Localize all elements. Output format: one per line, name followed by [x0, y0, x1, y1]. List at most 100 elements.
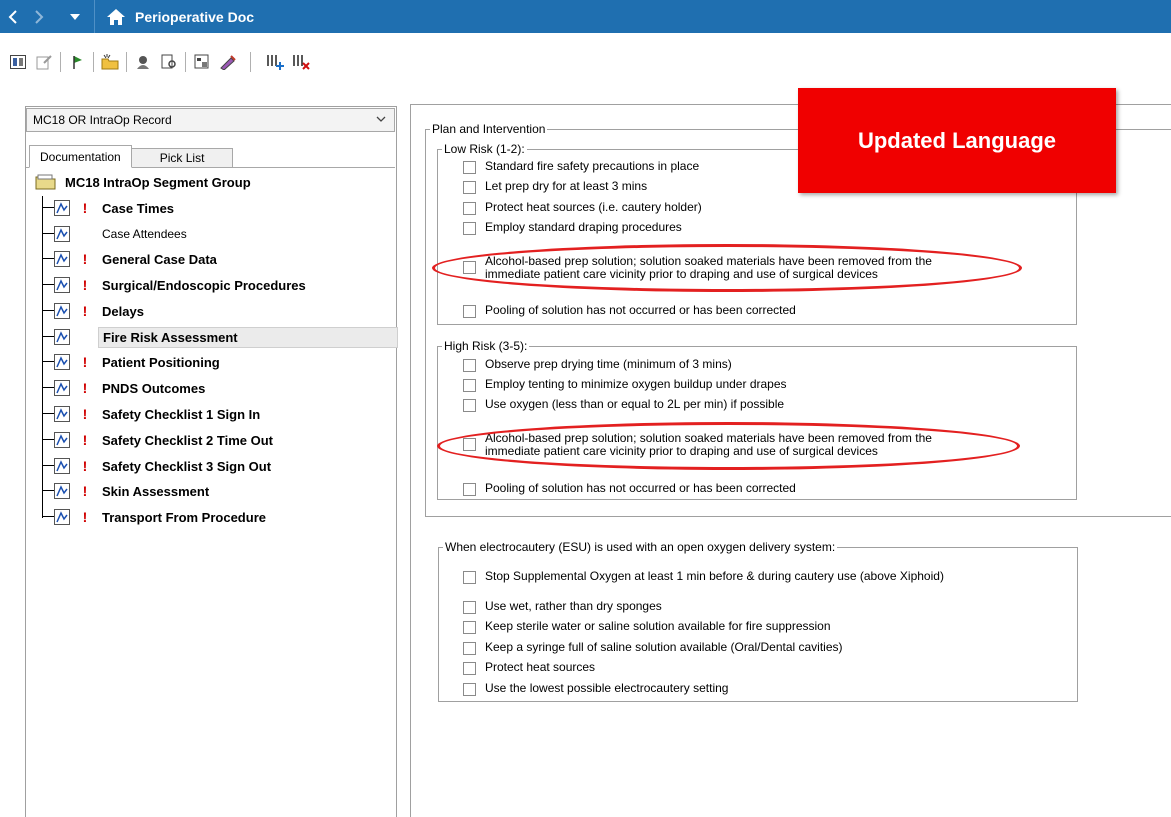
new-folder-icon — [101, 54, 119, 70]
forward-button[interactable] — [26, 0, 52, 33]
form-view-icon — [10, 55, 26, 69]
tab-documentation[interactable]: Documentation — [29, 145, 132, 168]
checkbox[interactable] — [463, 379, 476, 392]
high-risk-item[interactable]: Employ tenting to minimize oxygen buildu… — [463, 378, 787, 392]
form-left-border — [410, 104, 411, 817]
document-icon — [54, 380, 70, 396]
tree-item-pnds-outcomes[interactable]: ! PNDS Outcomes — [42, 376, 209, 400]
checkbox[interactable] — [463, 222, 476, 235]
properties-button[interactable] — [192, 52, 212, 72]
tree-item-delays[interactable]: ! Delays — [42, 299, 148, 323]
low-risk-item[interactable]: Protect heat sources (i.e. cautery holde… — [463, 201, 702, 215]
sign-button[interactable] — [218, 52, 238, 72]
tree-item-surgical-procedures[interactable]: ! Surgical/Endoscopic Procedures — [42, 273, 310, 297]
checkbox-label: Keep a syringe full of saline solution a… — [485, 640, 843, 654]
low-risk-item[interactable]: Standard fire safety precautions in plac… — [463, 160, 699, 174]
checkbox[interactable] — [463, 161, 476, 174]
checkbox[interactable] — [463, 359, 476, 372]
record-select-value: MC18 OR IntraOp Record — [33, 113, 172, 127]
tab-pick-list[interactable]: Pick List — [130, 148, 234, 168]
checkbox-label: Observe prep drying time (minimum of 3 m… — [485, 357, 732, 371]
title-separator — [94, 0, 95, 33]
home-button[interactable] — [105, 6, 127, 28]
checkbox[interactable] — [463, 305, 476, 318]
required-icon: ! — [82, 458, 88, 474]
new-folder-button[interactable] — [100, 52, 120, 72]
checkbox[interactable] — [463, 642, 476, 655]
tree-item-label: Skin Assessment — [102, 483, 210, 499]
low-risk-item[interactable]: Employ standard draping procedures — [463, 221, 682, 235]
checkbox[interactable] — [463, 483, 476, 496]
checkbox[interactable] — [463, 181, 476, 194]
toolbar-separator — [185, 52, 186, 72]
checkbox-label: Employ standard draping procedures — [485, 220, 682, 234]
esu-item[interactable]: Keep sterile water or saline solution av… — [463, 620, 831, 634]
record-select[interactable]: MC18 OR IntraOp Record — [26, 108, 395, 132]
tree-item-label: Patient Positioning — [102, 354, 220, 370]
tree-item-label: Delays — [102, 303, 144, 319]
add-columns-button[interactable] — [265, 52, 285, 72]
tree-root[interactable]: MC18 IntraOp Segment Group — [35, 172, 251, 192]
highlight-oval-low-risk — [432, 244, 1022, 292]
tree-item-fire-risk-assessment[interactable]: Fire Risk Assessment — [42, 325, 398, 349]
tree-item-case-attendees[interactable]: Case Attendees — [42, 222, 191, 246]
checkbox-label: Pooling of solution has not occurred or … — [485, 303, 796, 317]
highlight-oval-high-risk — [437, 422, 1020, 470]
tree-item-label: General Case Data — [102, 251, 217, 267]
high-risk-item[interactable]: Pooling of solution has not occurred or … — [463, 482, 796, 496]
checkbox[interactable] — [463, 601, 476, 614]
person-button[interactable] — [133, 52, 153, 72]
edit-button[interactable] — [34, 52, 54, 72]
checkbox-label: Use oxygen (less than or equal to 2L per… — [485, 397, 785, 411]
checkbox[interactable] — [463, 621, 476, 634]
esu-item[interactable]: Use wet, rather than dry sponges — [463, 600, 662, 614]
flag-button[interactable] — [67, 52, 87, 72]
tree-item-label: Fire Risk Assessment — [98, 326, 398, 348]
tree-item-general-case-data[interactable]: ! General Case Data — [42, 247, 221, 271]
remove-columns-button[interactable] — [291, 52, 311, 72]
chevron-left-icon — [8, 9, 17, 24]
esu-item[interactable]: Stop Supplemental Oxygen at least 1 min … — [463, 570, 944, 584]
high-risk-item[interactable]: Use oxygen (less than or equal to 2L per… — [463, 398, 784, 412]
tree-item-safety-checklist-3[interactable]: ! Safety Checklist 3 Sign Out — [42, 454, 275, 478]
tree-item-safety-checklist-2[interactable]: ! Safety Checklist 2 Time Out — [42, 428, 277, 452]
tree-item-transport-from-procedure[interactable]: ! Transport From Procedure — [42, 505, 270, 529]
checkbox[interactable] — [463, 571, 476, 584]
checkbox-label: Protect heat sources (i.e. cautery holde… — [485, 200, 702, 214]
edit-icon — [36, 55, 52, 70]
tree-item-patient-positioning[interactable]: ! Patient Positioning — [42, 350, 224, 374]
high-risk-item[interactable]: Observe prep drying time (minimum of 3 m… — [463, 358, 732, 372]
checkbox[interactable] — [463, 399, 476, 412]
checkbox-label: Keep sterile water or saline solution av… — [485, 619, 831, 633]
back-button[interactable] — [0, 0, 26, 33]
low-risk-item[interactable]: Let prep dry for at least 3 mins — [463, 180, 647, 194]
title-bar: Perioperative Doc — [0, 0, 1171, 33]
esu-item[interactable]: Use the lowest possible electrocautery s… — [463, 682, 728, 696]
plan-intervention-legend: Plan and Intervention — [432, 122, 546, 136]
checkbox[interactable] — [463, 683, 476, 696]
tree-item-safety-checklist-1[interactable]: ! Safety Checklist 1 Sign In — [42, 402, 264, 426]
toolbar-separator — [93, 52, 94, 72]
tree-item-case-times[interactable]: ! Case Times — [42, 196, 178, 220]
low-risk-item[interactable]: Pooling of solution has not occurred or … — [463, 304, 796, 318]
document-icon — [54, 354, 70, 370]
document-icon — [54, 226, 70, 242]
review-button[interactable] — [159, 52, 179, 72]
tree-item-label: PNDS Outcomes — [102, 380, 206, 396]
high-risk-legend: High Risk (3-5): — [444, 339, 528, 353]
tree-item-label: Case Times — [102, 200, 175, 216]
history-dropdown-button[interactable] — [62, 0, 88, 33]
review-icon — [161, 54, 176, 69]
form-view-button[interactable] — [8, 52, 28, 72]
updated-language-banner: Updated Language — [798, 88, 1116, 193]
checkbox[interactable] — [463, 202, 476, 215]
required-icon: ! — [82, 200, 88, 216]
tree-item-skin-assessment[interactable]: ! Skin Assessment — [42, 479, 213, 503]
checkbox[interactable] — [463, 662, 476, 675]
document-icon — [54, 483, 70, 499]
esu-item[interactable]: Protect heat sources — [463, 661, 595, 675]
document-icon — [54, 432, 70, 448]
toolbar-separator — [60, 52, 61, 72]
chevron-right-icon — [35, 9, 44, 24]
esu-item[interactable]: Keep a syringe full of saline solution a… — [463, 641, 843, 655]
